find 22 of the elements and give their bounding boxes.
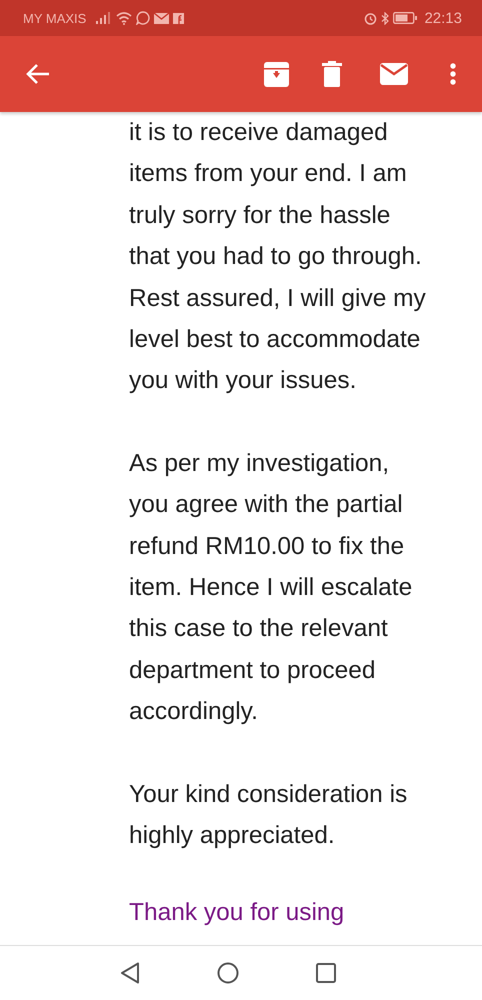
social-app-icon	[173, 12, 184, 24]
mail-icon	[154, 12, 170, 24]
mail-icon[interactable]	[380, 63, 408, 85]
back-arrow-icon[interactable]	[26, 63, 50, 85]
trash-icon[interactable]	[322, 61, 342, 87]
message-paragraph: it is to receive damaged items from your end. I am truly sorry for the hassle that you had to go through. Rest assured, I will give my level best to accommodate you with your issues.	[129, 118, 427, 396]
clock-time: 22:13	[424, 10, 462, 26]
bluetooth-icon	[381, 12, 390, 24]
home-icon[interactable]	[217, 962, 239, 984]
recent-apps-icon[interactable]	[316, 963, 336, 983]
back-icon[interactable]	[120, 962, 140, 984]
alarm-icon	[364, 12, 378, 24]
message-paragraph: Your kind consideration is highly appreciated.	[129, 780, 408, 852]
more-options-icon[interactable]	[450, 63, 456, 85]
chat-bubble-icon	[136, 11, 150, 25]
closing-text: Thank you for using	[129, 898, 346, 928]
carrier-name: MY MAXIS	[23, 10, 86, 26]
battery-icon	[393, 12, 418, 24]
archive-icon[interactable]	[264, 62, 289, 86]
signal-icon	[96, 12, 112, 24]
wifi-icon	[116, 12, 132, 24]
message-paragraph: As per my investigation, you agree with the partial refund RM10.00 to fix the item. Hence I will escalate this case to the relevant department to proceed accordingly.	[129, 448, 414, 728]
